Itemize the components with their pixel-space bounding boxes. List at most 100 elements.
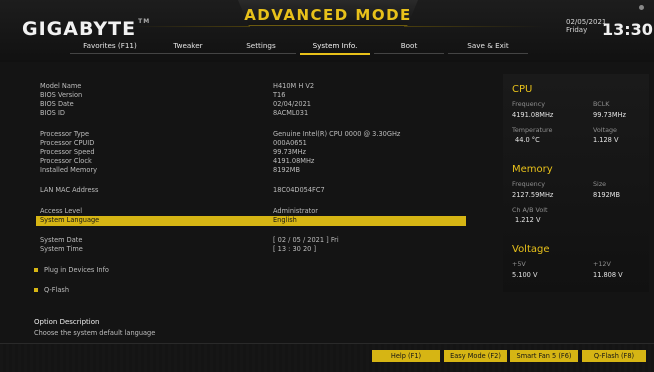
- qflash-button[interactable]: Q-Flash (F8): [582, 350, 646, 362]
- tab-boot[interactable]: Boot: [374, 40, 444, 56]
- tab-label: Tweaker: [173, 41, 203, 50]
- row-processor-type: Processor Type Genuine Intel(R) CPU 0000…: [40, 130, 466, 139]
- header-divider-right: [404, 26, 544, 27]
- row-system-language[interactable]: System Language English: [36, 216, 466, 226]
- row-processor-clock: Processor Clock 4191.08MHz: [40, 157, 466, 166]
- voltage-5v-label: +5V: [512, 260, 526, 268]
- label: Processor Type: [40, 130, 89, 138]
- value: 18C04D054FC7: [273, 186, 325, 194]
- label: Installed Memory: [40, 166, 98, 174]
- label: Processor Speed: [40, 148, 95, 156]
- value: 8192MB: [273, 166, 300, 174]
- voltage-section-title: Voltage: [512, 244, 550, 255]
- memory-section-title: Memory: [512, 164, 553, 175]
- value: T16: [273, 91, 286, 99]
- tab-settings[interactable]: Settings: [226, 40, 296, 56]
- value: 000A0651: [273, 139, 307, 147]
- submenu-label: Plug in Devices Info: [44, 266, 109, 274]
- row-model-name: Model Name H410M H V2: [40, 82, 466, 91]
- date-text: 02/05/2021: [566, 18, 607, 26]
- tab-underline: [148, 53, 228, 54]
- cpu-frequency-value: 4191.08MHz: [512, 111, 554, 119]
- row-access-level: Access Level Administrator: [40, 207, 466, 216]
- row-bios-id: BIOS ID 8ACML031: [40, 109, 466, 118]
- tab-underline-active: [300, 53, 370, 55]
- submenu-qflash[interactable]: Q-Flash: [34, 286, 69, 294]
- header-bar: GIGABYTE TM ADVANCED MODE 02/05/2021 Frid…: [0, 0, 654, 62]
- value: Administrator: [273, 207, 318, 215]
- bullet-icon: [34, 268, 38, 272]
- date-field[interactable]: [ 02 / 05 / 2021 ] Fri: [273, 236, 339, 244]
- bios-screen: GIGABYTE TM ADVANCED MODE 02/05/2021 Frid…: [0, 0, 654, 372]
- smart-fan-button[interactable]: Smart Fan 5 (F6): [510, 350, 578, 362]
- memory-chab-value: 1.212 V: [515, 216, 541, 224]
- label: BIOS Date: [40, 100, 74, 108]
- memory-frequency-label: Frequency: [512, 180, 546, 188]
- option-description: Option Description Choose the system def…: [34, 318, 155, 337]
- memory-size-value: 8192MB: [593, 191, 620, 199]
- description-text: Choose the system default language: [34, 329, 156, 337]
- value: 8ACML031: [273, 109, 309, 117]
- value: Genuine Intel(R) CPU 0000 @ 3.30GHz: [273, 130, 401, 138]
- tab-label: Save & Exit: [467, 41, 509, 50]
- header-divider-left: [130, 26, 250, 27]
- bullet-icon: [34, 288, 38, 292]
- tab-label: Favorites (F11): [83, 41, 137, 50]
- voltage-5v-value: 5.100 V: [512, 271, 538, 279]
- label: System Time: [40, 245, 83, 253]
- tab-system-info[interactable]: System Info.: [300, 40, 370, 56]
- time-display: 13:30: [602, 20, 653, 39]
- value: 02/04/2021: [273, 100, 312, 108]
- memory-frequency-value: 2127.59MHz: [512, 191, 554, 199]
- settings-dot-icon[interactable]: [639, 5, 644, 10]
- label: Processor CPUID: [40, 139, 95, 147]
- row-bios-date: BIOS Date 02/04/2021: [40, 100, 466, 109]
- description-title: Option Description: [34, 318, 100, 326]
- cpu-temperature-label: Temperature: [512, 126, 553, 134]
- cpu-section-title: CPU: [512, 84, 533, 95]
- label: Model Name: [40, 82, 82, 90]
- help-button[interactable]: Help (F1): [372, 350, 440, 362]
- label: Processor Clock: [40, 157, 92, 165]
- tab-label: Settings: [246, 41, 276, 50]
- value: 4191.08MHz: [273, 157, 315, 165]
- mode-title[interactable]: ADVANCED MODE: [238, 6, 418, 24]
- tab-save-exit[interactable]: Save & Exit: [448, 40, 528, 56]
- tab-tweaker[interactable]: Tweaker: [148, 40, 228, 56]
- language-select[interactable]: English: [273, 216, 297, 224]
- logo-tm: TM: [138, 18, 151, 25]
- label: LAN MAC Address: [40, 186, 99, 194]
- row-bios-version: BIOS Version T16: [40, 91, 466, 100]
- date-display: 02/05/2021 Friday: [566, 18, 606, 34]
- cpu-bclk-label: BCLK: [593, 100, 610, 108]
- tab-underline: [374, 53, 444, 54]
- footer-divider: [0, 343, 654, 344]
- time-field[interactable]: [ 13 : 30 20 ]: [273, 245, 316, 253]
- submenu-label: Q-Flash: [44, 286, 70, 294]
- label: Access Level: [40, 207, 83, 215]
- row-system-time[interactable]: System Time [ 13 : 30 20 ]: [40, 245, 466, 254]
- easy-mode-button[interactable]: Easy Mode (F2): [444, 350, 507, 362]
- row-lan-mac: LAN MAC Address 18C04D054FC7: [40, 186, 466, 195]
- day-text: Friday: [566, 26, 588, 34]
- cpu-voltage-label: Voltage: [593, 126, 617, 134]
- cpu-bclk-value: 99.73MHz: [593, 111, 626, 119]
- gigabyte-logo: GIGABYTE TM: [22, 18, 150, 40]
- tab-favorites[interactable]: Favorites (F11): [70, 40, 150, 56]
- label: System Date: [40, 236, 83, 244]
- row-processor-speed: Processor Speed 99.73MHz: [40, 148, 466, 157]
- label: System Language: [40, 216, 100, 224]
- cpu-voltage-value: 1.128 V: [593, 136, 619, 144]
- cpu-temperature-value: 44.0 °C: [515, 136, 540, 144]
- label: BIOS ID: [40, 109, 65, 117]
- tab-label: Boot: [400, 41, 418, 50]
- value: H410M H V2: [273, 82, 315, 90]
- cpu-frequency-label: Frequency: [512, 100, 546, 108]
- tab-bar: Favorites (F11) Tweaker Settings System …: [0, 40, 560, 56]
- row-system-date[interactable]: System Date [ 02 / 05 / 2021 ] Fri: [40, 236, 466, 245]
- tab-underline: [448, 53, 528, 54]
- row-installed-memory: Installed Memory 8192MB: [40, 166, 466, 175]
- voltage-12v-label: +12V: [593, 260, 611, 268]
- submenu-plug-in-devices[interactable]: Plug in Devices Info: [34, 266, 109, 274]
- memory-chab-label: Ch A/B Volt: [512, 206, 548, 214]
